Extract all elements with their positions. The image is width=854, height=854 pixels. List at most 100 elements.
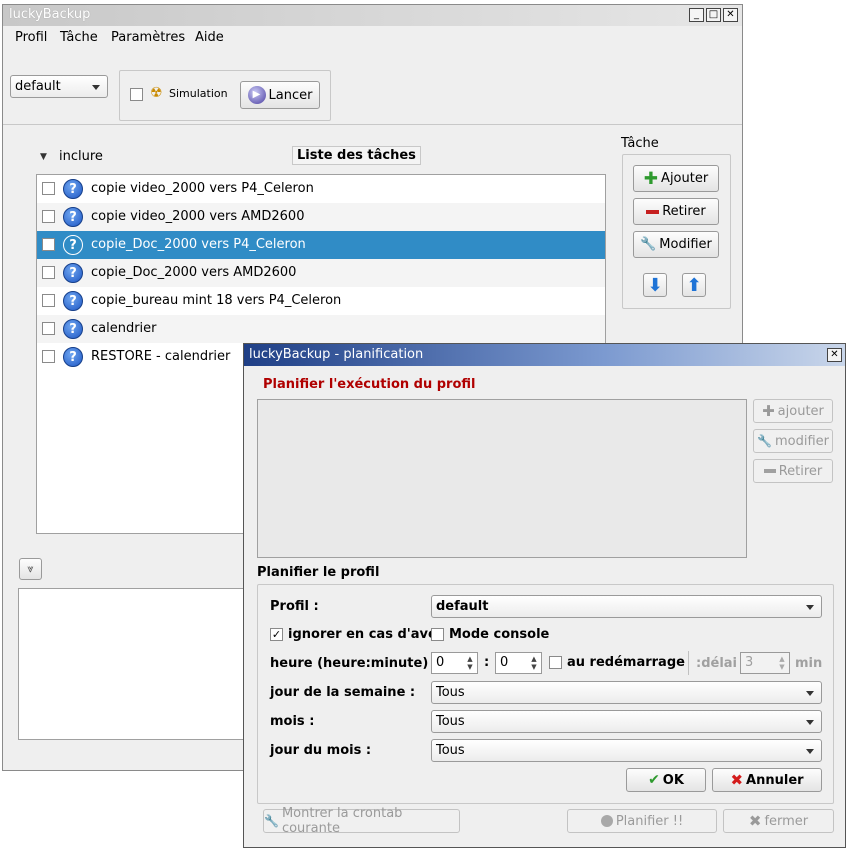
task-checkbox[interactable] (42, 294, 55, 307)
task-row[interactable]: ? copie video_2000 vers AMD2600 (37, 203, 605, 231)
simulation-checkbox[interactable] (130, 88, 143, 101)
schedule-add-label: ajouter (777, 403, 824, 419)
include-label: inclure (59, 149, 103, 164)
minimize-button[interactable]: _ (689, 8, 704, 22)
section-title: Planifier le profil (257, 565, 380, 580)
schedule-remove-button[interactable]: Retirer (753, 459, 833, 483)
close-x-icon: ✖ (748, 812, 762, 830)
profile-select[interactable]: default (10, 75, 108, 98)
wrench-icon: 🔧 (640, 237, 657, 252)
time-colon: : (484, 655, 490, 670)
minute-spinbox[interactable]: 0 ▲ ▼ (495, 652, 542, 674)
question-icon: ? (63, 179, 83, 199)
task-list-title: Liste des tâches (292, 146, 421, 165)
month-label: mois : (270, 714, 315, 729)
menu-tache[interactable]: Tâche (60, 30, 98, 45)
time-label: heure (heure:minute) : (270, 656, 438, 671)
modify-task-button[interactable]: 🔧 Modifier (633, 231, 719, 258)
question-icon: ? (63, 263, 83, 283)
move-down-button[interactable]: ⬇ (643, 273, 667, 297)
chevron-down-icon (806, 691, 814, 696)
reboot-label: au redémarrage (567, 655, 685, 670)
question-icon: ? (63, 235, 83, 255)
month-select[interactable]: Tous (431, 710, 822, 733)
task-row[interactable]: ? copie video_2000 vers P4_Celeron (37, 175, 605, 203)
schedule-modify-label: modifier (774, 433, 829, 449)
schedule-form-group: Profil : default ✓ ignorer en cas d'ave … (257, 584, 834, 804)
console-label: Mode console (449, 627, 550, 642)
weekday-select[interactable]: Tous (431, 681, 822, 704)
collapse-triangle-icon[interactable]: ▼ (40, 152, 47, 162)
minute-value: 0 (500, 655, 509, 670)
main-window-title: luckyBackup (9, 7, 91, 22)
run-button[interactable]: ▶ Lancer (240, 81, 320, 109)
tool-icon: 🔧 (264, 814, 279, 828)
task-checkbox[interactable] (42, 182, 55, 195)
delay-spinbox[interactable]: 3 ▲ ▼ (740, 652, 790, 674)
task-checkbox[interactable] (42, 322, 55, 335)
weekday-value: Tous (436, 685, 465, 700)
add-task-button[interactable]: ✚ Ajouter (633, 165, 719, 192)
circle-icon (600, 815, 613, 827)
chevron-down-icon (806, 720, 814, 725)
schedule-add-button[interactable]: ✚ ajouter (753, 399, 833, 423)
menu-parametres[interactable]: Paramètres (111, 30, 185, 45)
delay-value: 3 (745, 655, 754, 670)
maximize-button[interactable]: □ (706, 8, 721, 22)
plus-icon: ✚ (643, 168, 659, 189)
minus-icon (763, 469, 776, 473)
profile-label: Profil : (270, 599, 319, 614)
close-x-icon: ✖ (730, 771, 744, 789)
main-titlebar: luckyBackup _ □ ✕ (3, 5, 742, 26)
menu-bar: Profil Tâche Paramètres Aide (3, 27, 742, 49)
dialog-close-button[interactable]: ✕ (827, 348, 842, 362)
cancel-button[interactable]: ✖ Annuler (712, 768, 822, 792)
monthday-select[interactable]: Tous (431, 739, 822, 762)
menu-aide[interactable]: Aide (195, 30, 224, 45)
task-label: RESTORE - calendrier (91, 349, 231, 364)
wrench-icon: 🔧 (757, 434, 772, 448)
reboot-checkbox[interactable] (549, 656, 562, 669)
task-label: copie_bureau mint 18 vers P4_Celeron (91, 293, 342, 308)
radiation-icon: ☢ (150, 85, 163, 101)
task-checkbox[interactable] (42, 210, 55, 223)
schedule-button[interactable]: Planifier !! (567, 809, 717, 833)
task-checkbox[interactable] (42, 350, 55, 363)
task-row-selected[interactable]: ? copie_Doc_2000 vers P4_Celeron (37, 231, 605, 259)
close-dialog-button[interactable]: ✖ fermer (723, 809, 834, 833)
task-row[interactable]: ? calendrier (37, 315, 605, 343)
show-crontab-button[interactable]: 🔧 Montrer la crontab courante (263, 806, 460, 836)
schedule-modify-button[interactable]: 🔧 modifier (753, 429, 833, 453)
hour-spinbox[interactable]: 0 ▲ ▼ (431, 652, 478, 674)
chevron-down-icon (92, 85, 100, 90)
modify-task-label: Modifier (659, 237, 712, 252)
chevron-down-icon (806, 605, 814, 610)
schedule-profile-select[interactable]: default (431, 595, 822, 618)
separator (688, 651, 689, 675)
close-button[interactable]: ✕ (723, 8, 738, 22)
schedule-list[interactable] (257, 399, 747, 558)
spin-arrows-icon: ▲ ▼ (467, 655, 473, 671)
ok-button[interactable]: ✔ OK (626, 768, 706, 792)
task-row[interactable]: ? copie_bureau mint 18 vers P4_Celeron (37, 287, 605, 315)
console-checkbox[interactable] (431, 628, 444, 641)
divider (3, 124, 742, 125)
chevron-down-icon (806, 749, 814, 754)
ignore-checkbox[interactable]: ✓ (270, 628, 283, 641)
remove-task-button[interactable]: Retirer (633, 198, 719, 225)
expand-panel-button[interactable]: ⩔ (19, 558, 42, 580)
task-row[interactable]: ? copie_Doc_2000 vers AMD2600 (37, 259, 605, 287)
remove-task-label: Retirer (662, 204, 706, 219)
task-checkbox[interactable] (42, 266, 55, 279)
play-icon: ▶ (247, 86, 266, 104)
log-output-area[interactable] (18, 588, 258, 740)
task-checkbox[interactable] (42, 238, 55, 251)
task-label: calendrier (91, 321, 157, 336)
schedule-profile-value: default (436, 599, 489, 614)
dialog-titlebar: luckyBackup - planification ✕ (244, 344, 845, 366)
profile-select-value: default (15, 79, 61, 94)
move-up-button[interactable]: ⬆ (682, 273, 706, 297)
task-label: copie_Doc_2000 vers P4_Celeron (91, 237, 306, 252)
schedule-label: Planifier !! (615, 813, 684, 829)
menu-profil[interactable]: Profil (15, 30, 47, 45)
